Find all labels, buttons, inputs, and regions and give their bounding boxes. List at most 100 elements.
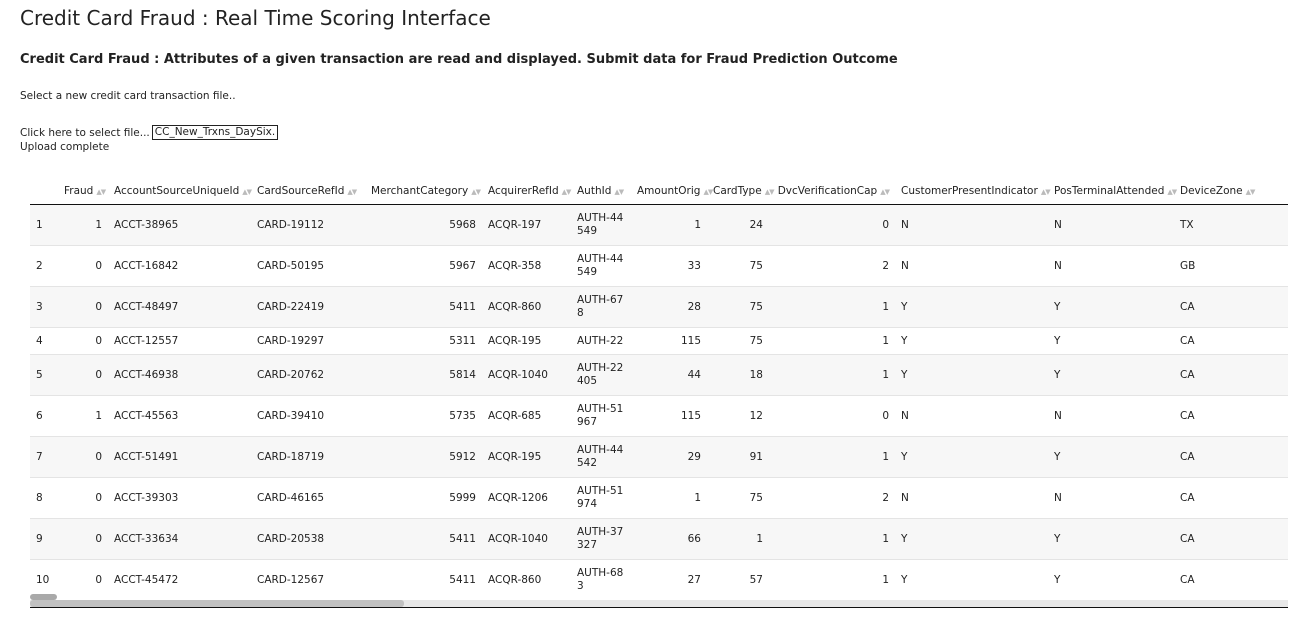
table-cell: CA: [1174, 327, 1288, 355]
table-cell: AUTH-678: [571, 286, 631, 328]
sort-icon[interactable]: ▲▼: [242, 188, 252, 196]
table-row[interactable]: 2 0 ACCT-16842 CARD-50195 5967 ACQR-358 AUTH-4…: [30, 245, 1288, 287]
table-cell: ACQR-195: [482, 436, 571, 478]
upload-status: Upload complete: [20, 141, 110, 153]
table-cell: ACQR-685: [482, 395, 571, 437]
table-cell: CA: [1174, 477, 1288, 519]
selected-file-name[interactable]: CC_New_Trxns_DaySix.: [151, 125, 279, 140]
table-cell: Y: [1048, 354, 1174, 396]
table-cell: Y: [895, 286, 1048, 328]
column-header[interactable]: AccountSourceUniqueId ▲▼: [108, 178, 252, 205]
table-row[interactable]: 8 0 ACCT-39303 CARD-46165 5999 ACQR-1206 AUTH-…: [30, 477, 1288, 519]
column-header[interactable]: AuthId ▲▼: [571, 178, 631, 205]
table-cell: CA: [1174, 559, 1288, 601]
table-row[interactable]: 6 1 ACCT-45563 CARD-39410 5735 ACQR-685 AUTH-5…: [30, 395, 1288, 437]
table-body: 1 1 ACCT-38965 CARD-19112 5968 ACQR-197 AUTH-4…: [30, 204, 1288, 601]
column-header-label: Fraud: [64, 185, 94, 197]
column-header[interactable]: CardSourceRefId ▲▼: [251, 178, 365, 205]
table-cell: 0: [58, 518, 108, 560]
column-header[interactable]: MerchantCategory ▲▼: [365, 178, 482, 205]
table-cell: 57: [707, 559, 769, 601]
table-cell: 5912: [365, 436, 482, 478]
table-cell: 91: [707, 436, 769, 478]
table-row[interactable]: 7 0 ACCT-51491 CARD-18719 5912 ACQR-195 AUTH-4…: [30, 436, 1288, 478]
table-cell: 9: [30, 518, 58, 560]
column-header-label: PosTerminalAttended: [1054, 185, 1165, 197]
table-cell: 75: [707, 477, 769, 519]
table-cell: ACQR-195: [482, 327, 571, 355]
table-cell: ACQR-1040: [482, 518, 571, 560]
table-cell: ACCT-12557: [108, 327, 251, 355]
column-header-label: CardType: [713, 185, 762, 197]
table-cell: Y: [1048, 436, 1174, 478]
table-cell: AUTH-22405: [571, 354, 631, 396]
sort-icon[interactable]: ▲▼: [614, 188, 624, 196]
table-cell: 0: [58, 559, 108, 601]
table-cell: 3: [30, 286, 58, 328]
column-header[interactable]: CustomerPresentIndicator ▲▼: [895, 178, 1051, 205]
column-header[interactable]: AmountOrig ▲▼: [631, 178, 713, 205]
table-cell: Y: [895, 436, 1048, 478]
sort-icon[interactable]: ▲▼: [96, 188, 106, 196]
table-cell: 1: [58, 204, 108, 246]
table-row[interactable]: 3 0 ACCT-48497 CARD-22419 5411 ACQR-860 AUTH-6…: [30, 286, 1288, 328]
table-cell: CARD-39410: [251, 395, 365, 437]
table-cell: 115: [631, 327, 707, 355]
column-header[interactable]: DvcVerificationCap ▲▼: [769, 178, 895, 205]
scroll-left-arrow[interactable]: [30, 594, 57, 600]
table-cell: 12: [707, 395, 769, 437]
page-title: Credit Card Fraud : Real Time Scoring In…: [20, 6, 491, 30]
table-cell: Y: [1048, 518, 1174, 560]
table-cell: Y: [895, 559, 1048, 601]
table-cell: Y: [895, 354, 1048, 396]
table-cell: 5735: [365, 395, 482, 437]
table-cell: AUTH-51967: [571, 395, 631, 437]
table-cell: 2: [769, 477, 895, 519]
table-cell: N: [895, 204, 1048, 246]
sort-icon[interactable]: ▲▼: [562, 188, 572, 196]
table-row[interactable]: 1 1 ACCT-38965 CARD-19112 5968 ACQR-197 AUTH-4…: [30, 204, 1288, 246]
table-row[interactable]: 5 0 ACCT-46938 CARD-20762 5814 ACQR-1040 AUTH-…: [30, 354, 1288, 396]
table-cell: 29: [631, 436, 707, 478]
column-header-label: AcquirerRefId: [488, 185, 559, 197]
table-row[interactable]: 10 0 ACCT-45472 CARD-12567 5411 ACQR-860 AUTH-…: [30, 559, 1288, 601]
column-header-label: DvcVerificationCap: [777, 185, 878, 197]
sort-icon[interactable]: ▲▼: [1246, 188, 1256, 196]
horizontal-scrollbar-thumb[interactable]: [30, 600, 404, 607]
sort-icon[interactable]: ▲▼: [471, 188, 481, 196]
table-cell: N: [895, 245, 1048, 287]
table-cell: ACCT-33634: [108, 518, 251, 560]
column-header[interactable]: Fraud ▲▼: [58, 178, 108, 205]
page-subtitle: Credit Card Fraud : Attributes of a give…: [20, 52, 898, 67]
table-row[interactable]: 4 0 ACCT-12557 CARD-19297 5311 ACQR-195 AUTH-2…: [30, 327, 1288, 355]
column-header-label: AmountOrig: [637, 185, 701, 197]
table-cell: 1: [30, 204, 58, 246]
table-cell: 1: [58, 395, 108, 437]
table-cell: AUTH-44549: [571, 204, 631, 246]
table-cell: 0: [58, 477, 108, 519]
table-cell: ACQR-860: [482, 286, 571, 328]
column-header-label: DeviceZone: [1180, 185, 1243, 197]
table-cell: 5814: [365, 354, 482, 396]
table-cell: CA: [1174, 518, 1288, 560]
table-cell: ACCT-48497: [108, 286, 251, 328]
table-cell: Y: [1048, 327, 1174, 355]
table-cell: 5: [30, 354, 58, 396]
column-header[interactable]: PosTerminalAttended ▲▼: [1048, 178, 1177, 205]
column-header[interactable]: CardType ▲▼: [707, 178, 774, 205]
table-cell: ACCT-38965: [108, 204, 251, 246]
column-header-label: AccountSourceUniqueId: [114, 185, 240, 197]
table-cell: Y: [895, 327, 1048, 355]
table-cell: 27: [631, 559, 707, 601]
column-header[interactable]: AcquirerRefId ▲▼: [482, 178, 571, 205]
table-cell: CARD-19297: [251, 327, 365, 355]
sort-icon[interactable]: ▲▼: [880, 188, 890, 196]
sort-icon[interactable]: ▲▼: [347, 188, 357, 196]
file-input-row: Click here to select file... CC_New_Trxn…: [20, 125, 279, 140]
select-file-button[interactable]: Click here to select file...: [20, 127, 150, 139]
column-header[interactable]: DeviceZone ▲▼: [1174, 178, 1288, 205]
table-cell: CARD-46165: [251, 477, 365, 519]
table-row[interactable]: 9 0 ACCT-33634 CARD-20538 5411 ACQR-1040 AUTH-…: [30, 518, 1288, 560]
table-cell: ACQR-197: [482, 204, 571, 246]
table-cell: ACCT-51491: [108, 436, 251, 478]
